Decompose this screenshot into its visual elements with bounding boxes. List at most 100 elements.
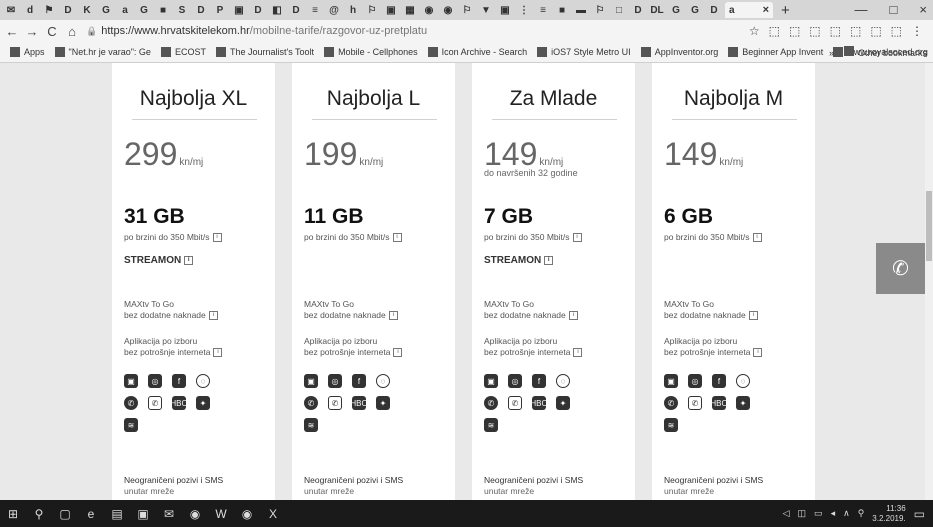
bookmark-item[interactable]: "Net.hr je varao": Ge: [54, 47, 151, 57]
info-icon[interactable]: i: [388, 311, 398, 321]
info-icon[interactable]: i: [392, 233, 402, 243]
browser-tab[interactable]: d: [22, 2, 38, 18]
taskbar-app-icon[interactable]: ▣: [130, 507, 156, 521]
browser-tab[interactable]: S: [174, 2, 190, 18]
taskbar-app-icon[interactable]: e: [78, 507, 104, 521]
bookmark-item[interactable]: Icon Archive - Search: [427, 47, 527, 57]
extension-icon[interactable]: ⬚: [850, 24, 861, 38]
browser-tab[interactable]: G: [136, 2, 152, 18]
tidal-icon[interactable]: ≋: [484, 418, 498, 432]
snapchat-icon[interactable]: ✦: [736, 396, 750, 410]
browser-tab[interactable]: G: [98, 2, 114, 18]
whatsapp-icon[interactable]: ✆: [484, 396, 498, 410]
info-icon[interactable]: i: [573, 348, 583, 358]
url-input[interactable]: 🔒 https://www.hrvatskitelekom.hr/mobilne…: [86, 23, 743, 39]
bookmark-item[interactable]: ECOST: [160, 47, 206, 57]
deezer-icon[interactable]: ▣: [664, 374, 678, 388]
browser-tab[interactable]: ⚑: [41, 2, 57, 18]
viber-icon[interactable]: ✆: [688, 396, 702, 410]
browser-tab[interactable]: K: [79, 2, 95, 18]
back-button[interactable]: ←: [4, 24, 20, 39]
browser-tab[interactable]: ▣: [497, 2, 513, 18]
browser-tab[interactable]: G: [668, 2, 684, 18]
forward-button[interactable]: →: [24, 24, 40, 39]
tray-icon[interactable]: ◂: [831, 508, 836, 519]
info-icon[interactable]: i: [568, 311, 578, 321]
info-icon[interactable]: i: [212, 233, 222, 243]
browser-tab[interactable]: ⚐: [364, 2, 380, 18]
browser-tab[interactable]: DL: [649, 2, 665, 18]
taskbar-app-icon[interactable]: W: [208, 507, 234, 521]
messenger-icon[interactable]: ◌: [196, 374, 210, 388]
tray-icon[interactable]: ◁: [783, 508, 790, 519]
extension-icon[interactable]: ⬚: [891, 24, 902, 38]
browser-tab[interactable]: ▣: [383, 2, 399, 18]
messenger-icon[interactable]: ◌: [376, 374, 390, 388]
info-icon[interactable]: i: [748, 311, 758, 321]
hbo-go-icon[interactable]: HBO: [350, 396, 368, 410]
hbo-go-icon[interactable]: HBO: [530, 396, 548, 410]
taskbar-app-icon[interactable]: ⚲: [26, 507, 52, 521]
viber-icon[interactable]: ✆: [328, 396, 342, 410]
extension-icon[interactable]: ⬚: [870, 24, 881, 38]
bookmark-item[interactable]: AppInventor.org: [640, 47, 718, 57]
home-button[interactable]: ⌂: [64, 24, 80, 39]
extension-icon[interactable]: ⬚: [769, 24, 780, 38]
reload-button[interactable]: C: [44, 24, 60, 39]
deezer-icon[interactable]: ▣: [484, 374, 498, 388]
browser-tab[interactable]: D: [193, 2, 209, 18]
info-icon[interactable]: i: [572, 233, 582, 243]
bookmark-item[interactable]: iOS7 Style Metro UI: [537, 47, 631, 57]
extension-icon[interactable]: ⬚: [789, 24, 800, 38]
browser-tab[interactable]: ▼: [478, 2, 494, 18]
browser-tab[interactable]: D: [288, 2, 304, 18]
info-icon[interactable]: i: [753, 348, 763, 358]
extension-icon[interactable]: ☆: [749, 24, 760, 38]
clock[interactable]: 11:36 3.2.2019.: [872, 504, 905, 524]
taskbar-app-icon[interactable]: X: [260, 507, 286, 521]
whatsapp-icon[interactable]: ✆: [304, 396, 318, 410]
browser-tab[interactable]: D: [250, 2, 266, 18]
instagram-icon[interactable]: ◎: [328, 374, 342, 388]
browser-tab[interactable]: ■: [554, 2, 570, 18]
browser-tab[interactable]: ▦: [402, 2, 418, 18]
tray-icon[interactable]: ∧: [843, 508, 850, 519]
browser-tab[interactable]: ◉: [440, 2, 456, 18]
hbo-go-icon[interactable]: HBO: [170, 396, 188, 410]
browser-tab[interactable]: G: [687, 2, 703, 18]
hbo-go-icon[interactable]: HBO: [710, 396, 728, 410]
tidal-icon[interactable]: ≋: [664, 418, 678, 432]
notification-center-icon[interactable]: ▭: [914, 507, 925, 521]
browser-tab[interactable]: ≡: [307, 2, 323, 18]
extension-icon[interactable]: ⬚: [830, 24, 841, 38]
bookmark-item[interactable]: Apps: [10, 47, 45, 57]
taskbar-app-icon[interactable]: ◉: [234, 507, 260, 521]
info-icon[interactable]: i: [184, 255, 194, 265]
browser-tab[interactable]: ◉: [421, 2, 437, 18]
messenger-icon[interactable]: ◌: [556, 374, 570, 388]
browser-tab[interactable]: ⚐: [459, 2, 475, 18]
browser-tab[interactable]: ≡: [535, 2, 551, 18]
close-window-button[interactable]: ×: [919, 2, 927, 17]
extension-icon[interactable]: ⬚: [809, 24, 820, 38]
info-icon[interactable]: i: [393, 348, 403, 358]
maximize-button[interactable]: □: [890, 2, 898, 17]
browser-tab[interactable]: h: [345, 2, 361, 18]
new-tab-button[interactable]: +: [781, 2, 790, 19]
bookmark-item[interactable]: The Journalist's Toolt: [215, 47, 314, 57]
info-icon[interactable]: i: [752, 233, 762, 243]
info-icon[interactable]: i: [208, 311, 218, 321]
minimize-button[interactable]: —: [855, 2, 868, 17]
bookmarks-more-chevron[interactable]: »: [829, 48, 834, 58]
deezer-icon[interactable]: ▣: [124, 374, 138, 388]
browser-tab[interactable]: ▣: [231, 2, 247, 18]
taskbar-app-icon[interactable]: ▤: [104, 507, 130, 521]
browser-tab[interactable]: P: [212, 2, 228, 18]
messenger-icon[interactable]: ◌: [736, 374, 750, 388]
info-icon[interactable]: i: [544, 255, 554, 265]
whatsapp-icon[interactable]: ✆: [124, 396, 138, 410]
browser-tab[interactable]: □: [611, 2, 627, 18]
browser-tab[interactable]: ▬: [573, 2, 589, 18]
browser-tab[interactable]: ◧: [269, 2, 285, 18]
call-button[interactable]: ✆: [876, 243, 925, 294]
